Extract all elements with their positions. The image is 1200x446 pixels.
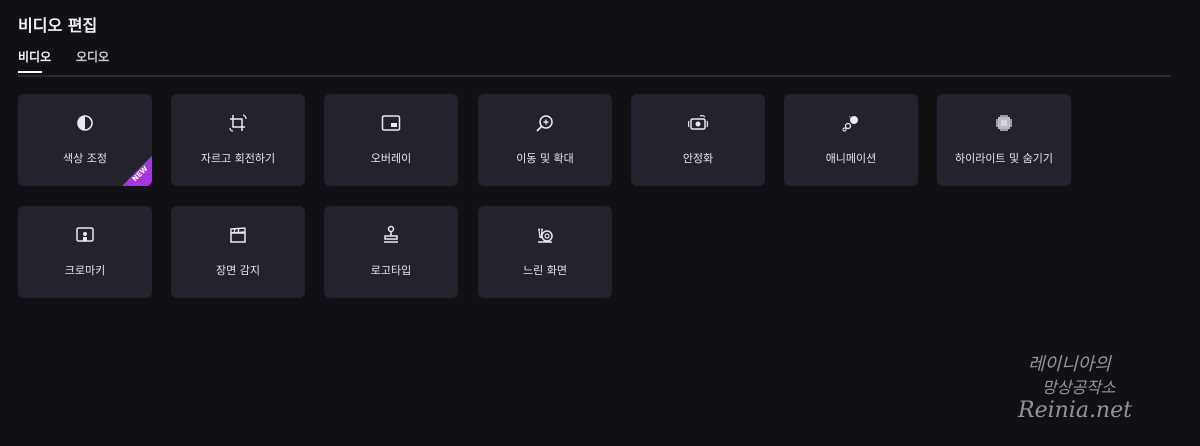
tool-label: 하이라이트 및 숨기기 bbox=[954, 152, 1054, 165]
tool-label: 이동 및 확대 bbox=[516, 152, 574, 165]
tool-label: 애니메이션 bbox=[825, 152, 877, 165]
pan-zoom-icon bbox=[534, 112, 556, 134]
tab-video[interactable]: 비디오 bbox=[18, 48, 51, 65]
tab-audio[interactable]: 오디오 bbox=[76, 48, 109, 65]
scene-detect-icon bbox=[227, 224, 249, 246]
tool-label: 자르고 회전하기 bbox=[200, 152, 276, 165]
tool-card-logotype[interactable]: 로고타입 bbox=[324, 206, 458, 298]
tool-label: 장면 감지 bbox=[216, 264, 260, 277]
tool-label: 크로마키 bbox=[64, 264, 106, 277]
highlight-hide-icon bbox=[993, 112, 1015, 134]
watermark-line: 레이니아의 bbox=[1028, 354, 1111, 375]
tool-label: 오버레이 bbox=[370, 152, 412, 165]
watermark-line: Reinia.net bbox=[1018, 398, 1132, 423]
stabilize-icon bbox=[687, 112, 709, 134]
tool-card-stabilize[interactable]: 안정화 bbox=[631, 94, 765, 186]
new-badge: NEW bbox=[122, 156, 152, 186]
crop-rotate-icon bbox=[227, 112, 249, 134]
tool-card-chroma-key[interactable]: 크로마키 bbox=[18, 206, 152, 298]
active-tab-indicator bbox=[18, 71, 42, 73]
overlay-icon bbox=[380, 112, 402, 134]
page-title: 비디오 편집 bbox=[18, 16, 98, 35]
watermark: 레이니아의 망상공작소 Reinia.net bbox=[1008, 348, 1188, 438]
tool-card-overlay[interactable]: 오버레이 bbox=[324, 94, 458, 186]
tool-card-color-adjust[interactable]: 색상 조정 NEW bbox=[18, 94, 152, 186]
tool-label: 느린 화면 bbox=[523, 264, 567, 277]
chroma-key-icon bbox=[74, 224, 96, 246]
tool-label: 로고타입 bbox=[370, 264, 412, 277]
tool-card-crop-rotate[interactable]: 자르고 회전하기 bbox=[171, 94, 305, 186]
tool-card-scene-detect[interactable]: 장면 감지 bbox=[171, 206, 305, 298]
tool-label: 안정화 bbox=[682, 152, 714, 165]
tool-card-animation[interactable]: 애니메이션 bbox=[784, 94, 918, 186]
watermark-line: 망상공작소 bbox=[1042, 378, 1116, 397]
tool-card-slow-motion[interactable]: 느린 화면 bbox=[478, 206, 612, 298]
animation-icon bbox=[840, 112, 862, 134]
tab-bar: 비디오 오디오 bbox=[18, 48, 1171, 77]
slow-motion-snail-icon bbox=[534, 224, 556, 246]
tool-card-pan-zoom[interactable]: 이동 및 확대 bbox=[478, 94, 612, 186]
logotype-stamp-icon bbox=[380, 224, 402, 246]
color-adjust-icon bbox=[74, 112, 96, 134]
tool-card-highlight-hide[interactable]: 하이라이트 및 숨기기 bbox=[937, 94, 1071, 186]
